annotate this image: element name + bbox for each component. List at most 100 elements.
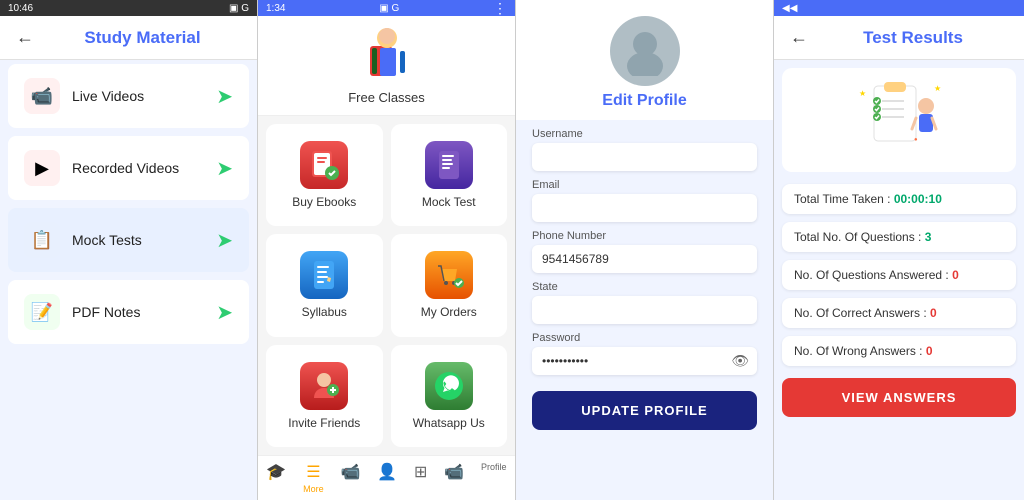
more-nav-icon: ☰ xyxy=(306,462,320,482)
state-group: State xyxy=(532,281,757,324)
recorded-videos-label: Recorded Videos xyxy=(72,160,216,176)
test-results-panel: ◀◀ ← Test Results xyxy=(774,0,1024,500)
grid-item-syllabus[interactable]: Syllabus xyxy=(266,234,383,336)
state-input[interactable] xyxy=(532,296,757,324)
grid-item-my-orders[interactable]: My Orders xyxy=(391,234,508,336)
rec-nav-icon: 📹 xyxy=(444,462,464,482)
grid-item-invite-friends[interactable]: Invite Friends xyxy=(266,345,383,447)
svg-text:★: ★ xyxy=(934,84,941,93)
correct-label: No. Of Correct Answers : xyxy=(794,306,930,320)
whatsapp-us-icon xyxy=(425,362,473,410)
live-videos-arrow: ➤ xyxy=(216,84,233,109)
time-taken-value: 00:00:10 xyxy=(894,192,942,206)
phone-input[interactable] xyxy=(532,245,757,273)
time-taken-label: Total Time Taken : xyxy=(794,192,894,206)
study-material-panel: 10:46 ▣ G ← Study Material 📹 Live Videos… xyxy=(0,0,258,500)
status-time-2: 1:34 xyxy=(266,3,285,14)
phone-label: Phone Number xyxy=(532,230,757,242)
invite-friends-label: Invite Friends xyxy=(288,416,360,430)
dots-menu-icon[interactable]: ⋮ xyxy=(493,0,507,17)
wrong-value: 0 xyxy=(926,344,933,358)
password-input[interactable] xyxy=(532,347,757,375)
menu-item-mock-tests[interactable]: 📋 Mock Tests ➤ xyxy=(8,208,249,272)
study-material-header: ← Study Material xyxy=(0,16,257,60)
back-button-1[interactable]: ← xyxy=(16,27,34,48)
my-orders-label: My Orders xyxy=(421,305,477,319)
mock-tests-arrow: ➤ xyxy=(216,228,233,253)
mock-test-icon xyxy=(425,141,473,189)
result-total-questions: Total No. Of Questions : 3 xyxy=(782,222,1016,252)
test-results-header: ← Test Results xyxy=(774,16,1024,60)
pdf-notes-icon: 📝 xyxy=(24,294,60,330)
status-icons-2: ▣ G xyxy=(379,3,399,14)
result-svg: ★ ★ ● xyxy=(854,81,944,156)
phone-group: Phone Number xyxy=(532,230,757,273)
menu-item-recorded-videos[interactable]: ▶ Recorded Videos ➤ xyxy=(8,136,249,200)
total-questions-label: Total No. Of Questions : xyxy=(794,230,925,244)
result-wrong: No. Of Wrong Answers : 0 xyxy=(782,336,1016,366)
bottom-nav-profile[interactable]: Profile xyxy=(481,462,507,494)
grid-item-buy-ebooks[interactable]: Buy Ebooks xyxy=(266,124,383,226)
mock-test-label: Mock Test xyxy=(422,195,476,209)
buy-ebooks-icon xyxy=(300,141,348,189)
syllabus-icon xyxy=(300,251,348,299)
bottom-nav-grid[interactable]: ⊞ xyxy=(414,462,427,494)
study-material-title: Study Material xyxy=(44,28,241,48)
menu-item-live-videos[interactable]: 📹 Live Videos ➤ xyxy=(8,64,249,128)
username-input[interactable] xyxy=(532,143,757,171)
free-classes-illustration xyxy=(352,26,422,86)
bottom-nav-rec[interactable]: 📹 xyxy=(444,462,464,494)
edit-profile-panel: Edit Profile Username Email Phone Number… xyxy=(516,0,774,500)
menu-item-pdf-notes[interactable]: 📝 PDF Notes ➤ xyxy=(8,280,249,344)
email-label: Email xyxy=(532,179,757,191)
buy-ebooks-label: Buy Ebooks xyxy=(292,195,356,209)
free-classes-svg xyxy=(352,26,422,86)
email-group: Email xyxy=(532,179,757,222)
profile-nav-label: Profile xyxy=(481,462,507,472)
recorded-videos-arrow: ➤ xyxy=(216,156,233,181)
email-input[interactable] xyxy=(532,194,757,222)
mock-tests-icon: 📋 xyxy=(24,222,60,258)
eye-icon[interactable]: 👁 xyxy=(731,353,749,370)
mock-tests-label: Mock Tests xyxy=(72,232,216,248)
username-group: Username xyxy=(532,128,757,171)
live-videos-icon: 📹 xyxy=(24,78,60,114)
user-nav-icon: 👤 xyxy=(377,462,397,482)
test-results-title: Test Results xyxy=(818,28,1008,48)
password-wrapper: 👁 xyxy=(532,347,757,375)
status-icons-1: ▣ G xyxy=(229,3,249,14)
status-bar-4: ◀◀ xyxy=(774,0,1024,16)
free-classes-section: Free Classes xyxy=(258,16,515,116)
result-illustration-card: ★ ★ ● xyxy=(782,68,1016,172)
edit-profile-title: Edit Profile xyxy=(602,92,686,110)
status-left-4: ◀◀ xyxy=(782,3,797,14)
view-answers-button[interactable]: VIEW ANSWERS xyxy=(782,378,1016,417)
video-nav-icon: 📹 xyxy=(341,462,361,482)
pdf-notes-label: PDF Notes xyxy=(72,304,216,320)
correct-value: 0 xyxy=(930,306,937,320)
total-questions-value: 3 xyxy=(925,230,932,244)
my-orders-icon xyxy=(425,251,473,299)
bottom-nav-video[interactable]: 📹 xyxy=(341,462,361,494)
status-time-1: 10:46 xyxy=(8,3,33,14)
bottom-nav-home[interactable]: 🎓 xyxy=(266,462,286,494)
update-profile-button[interactable]: UPDATE PROFILE xyxy=(532,391,757,430)
status-bar-1: 10:46 ▣ G xyxy=(0,0,257,16)
svg-text:●: ● xyxy=(914,137,918,143)
syllabus-label: Syllabus xyxy=(302,305,347,319)
avatar xyxy=(610,16,680,86)
answered-label: No. Of Questions Answered : xyxy=(794,268,952,282)
live-videos-label: Live Videos xyxy=(72,88,216,104)
grid-item-whatsapp-us[interactable]: Whatsapp Us xyxy=(391,345,508,447)
grid-item-mock-test[interactable]: Mock Test xyxy=(391,124,508,226)
back-button-4[interactable]: ← xyxy=(790,27,808,48)
bottom-nav: 🎓 ☰ More 📹 👤 ⊞ 📹 Profile xyxy=(258,455,515,500)
bottom-nav-more[interactable]: ☰ More xyxy=(303,462,324,494)
profile-top: Edit Profile xyxy=(516,0,773,120)
invite-friends-icon xyxy=(300,362,348,410)
result-correct: No. Of Correct Answers : 0 xyxy=(782,298,1016,328)
bottom-nav-user[interactable]: 👤 xyxy=(377,462,397,494)
answered-value: 0 xyxy=(952,268,959,282)
username-label: Username xyxy=(532,128,757,140)
result-answered: No. Of Questions Answered : 0 xyxy=(782,260,1016,290)
